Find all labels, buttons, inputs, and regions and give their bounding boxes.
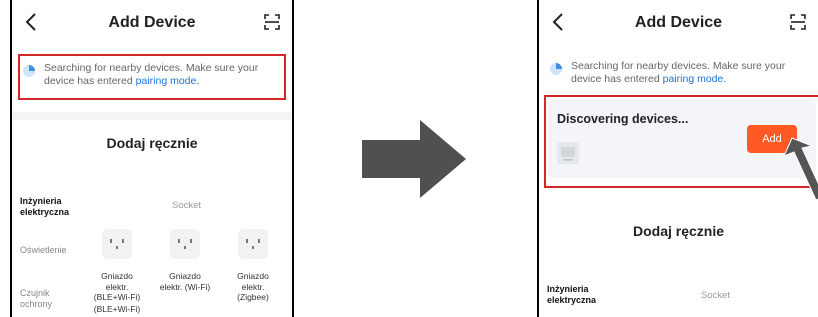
scan-icon[interactable] [788, 12, 808, 32]
highlight-box [544, 95, 818, 188]
right-phone-screen: Add Device Searching for nearby devices.… [537, 0, 818, 317]
category-electrical[interactable]: Inżynieria elektryczna [20, 196, 90, 218]
device-tile[interactable] [102, 229, 132, 259]
subcategory-label: Socket [172, 200, 202, 211]
device-label: Gniazdo elektr. (Wi-Fi) [159, 271, 211, 292]
pointer-arrow-icon [783, 137, 818, 201]
page-title: Add Device [108, 14, 196, 31]
socket-outlet-icon [246, 239, 260, 249]
section-title: Dodaj ręcznie [106, 135, 198, 151]
device-label: (BLE+Wi-Fi) [93, 304, 141, 314]
header: Add Device [539, 0, 818, 48]
highlight-box [18, 54, 286, 100]
category-security-sensor[interactable]: Czujnik ochrony [20, 288, 65, 310]
arrow-right-icon [362, 120, 466, 198]
device-label: Gniazdo elektr. (Zigbee) [237, 271, 269, 302]
socket-outlet-icon [178, 239, 192, 249]
category-lighting[interactable]: Oświetlenie [20, 245, 90, 256]
pairing-mode-link[interactable]: pairing mode. [663, 73, 727, 85]
header: Add Device [12, 0, 292, 48]
page-title: Add Device [634, 14, 723, 31]
divider [12, 112, 292, 120]
socket-outlet-icon [110, 239, 124, 249]
loading-spinner-icon [550, 63, 562, 75]
section-title: Dodaj ręcznie [632, 223, 725, 239]
search-notice: Searching for nearby devices. Make sure … [549, 60, 806, 90]
device-label: Gniazdo elektr. (BLE+Wi-Fi) [93, 271, 141, 302]
device-tile[interactable] [238, 229, 268, 259]
left-phone-screen: Add Device Searching for nearby devices.… [10, 0, 294, 317]
subcategory-label: Socket [701, 290, 731, 301]
category-electrical[interactable]: Inżynieria elektryczna [547, 284, 617, 306]
device-tile[interactable] [170, 229, 200, 259]
scan-icon[interactable] [262, 12, 282, 32]
